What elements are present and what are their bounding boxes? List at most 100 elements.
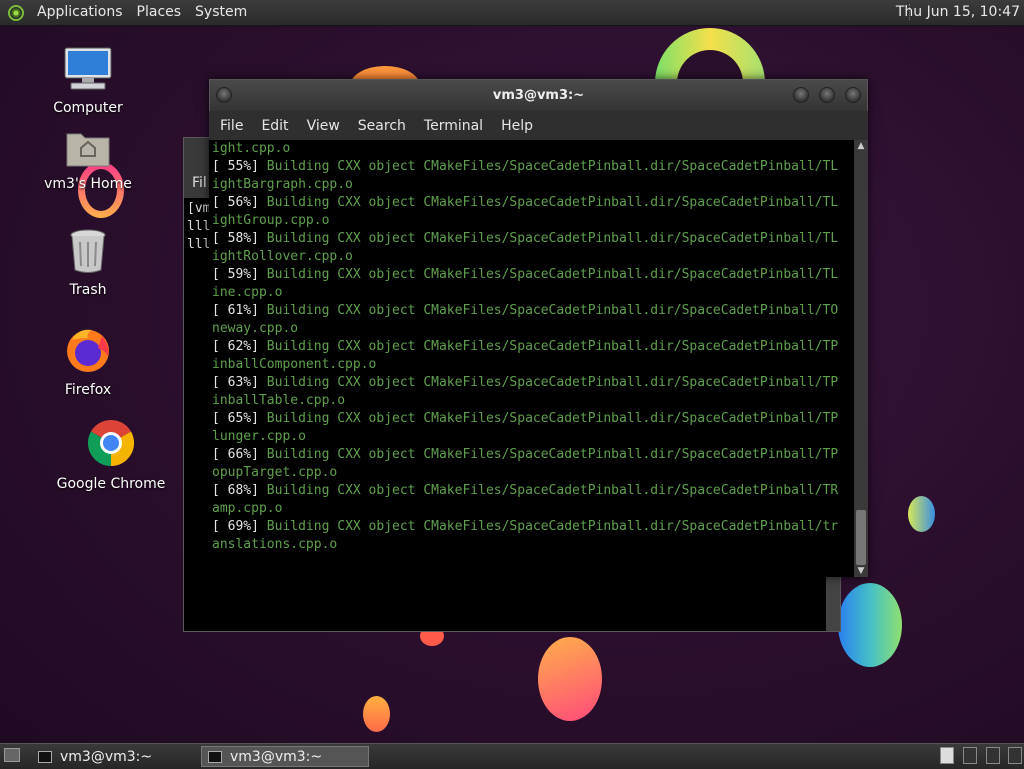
- progress-percent: [ 69%]: [212, 519, 267, 534]
- terminal-text-partial: [vm lll lll: [187, 200, 210, 254]
- build-message: inballTable.cpp.o: [212, 393, 346, 408]
- menu-applications[interactable]: Applications: [30, 0, 130, 25]
- terminal-line: lll: [187, 237, 211, 252]
- desktop-icon-chrome[interactable]: Google Chrome: [56, 418, 166, 492]
- build-message: ightRollover.cpp.o: [212, 249, 353, 264]
- scroll-down-arrow-icon[interactable]: ▼: [854, 565, 868, 577]
- build-message: Building CXX object CMakeFiles/SpaceCade…: [266, 159, 839, 174]
- wallpaper-blob-peach: [538, 637, 602, 721]
- progress-percent: [ 59%]: [212, 267, 267, 282]
- terminal-line: [ 66%] Building CXX object CMakeFiles/Sp…: [209, 446, 854, 464]
- desktop-icon-home[interactable]: vm3's Home: [33, 128, 143, 192]
- terminal-line: [ 55%] Building CXX object CMakeFiles/Sp…: [209, 158, 854, 176]
- progress-percent: [ 66%]: [212, 447, 267, 462]
- menu-view[interactable]: View: [298, 118, 349, 134]
- terminal-line: ightRollover.cpp.o: [209, 248, 854, 266]
- terminal-line: ightGroup.cpp.o: [209, 212, 854, 230]
- terminal-line: lll: [187, 219, 211, 234]
- build-message: inballComponent.cpp.o: [212, 357, 377, 372]
- menu-file[interactable]: File: [211, 118, 252, 134]
- terminal-output[interactable]: ight.cpp.o [ 55%] Building CXX object CMa…: [209, 140, 854, 577]
- progress-percent: [ 65%]: [212, 411, 267, 426]
- menu-terminal[interactable]: Terminal: [415, 118, 492, 134]
- terminal-line: lunger.cpp.o: [209, 428, 854, 446]
- terminal-line: [ 58%] Building CXX object CMakeFiles/Sp…: [209, 230, 854, 248]
- desktop-icon-computer[interactable]: Computer: [33, 46, 143, 116]
- build-message: ight.cpp.o: [212, 141, 291, 156]
- terminal-line: opupTarget.cpp.o: [209, 464, 854, 482]
- desktop-icon-label: Trash: [69, 282, 107, 298]
- build-message: ightGroup.cpp.o: [212, 213, 330, 228]
- terminal-line: [ 62%] Building CXX object CMakeFiles/Sp…: [209, 338, 854, 356]
- workspace-switcher-1[interactable]: [940, 747, 954, 764]
- taskbar-item-terminal-2[interactable]: vm3@vm3:~: [201, 746, 369, 767]
- terminal-window[interactable]: vm3@vm3:~ File Edit View Search Terminal…: [209, 79, 868, 577]
- distro-logo-icon[interactable]: [8, 4, 24, 21]
- build-message: Building CXX object CMakeFiles/SpaceCade…: [266, 195, 839, 210]
- close-button[interactable]: [845, 87, 861, 103]
- terminal-menubar: File Edit View Search Terminal Help: [209, 111, 868, 140]
- taskbar-item-terminal-1[interactable]: vm3@vm3:~: [32, 746, 197, 767]
- build-message: Building CXX object CMakeFiles/SpaceCade…: [266, 303, 839, 318]
- desktop-icon-label: Google Chrome: [56, 476, 166, 492]
- terminal-line: [ 56%] Building CXX object CMakeFiles/Sp…: [209, 194, 854, 212]
- progress-percent: [ 63%]: [212, 375, 267, 390]
- build-message: Building CXX object CMakeFiles/SpaceCade…: [266, 483, 839, 498]
- wallpaper-blob-tiny: [363, 696, 390, 732]
- desktop-icon-firefox[interactable]: Firefox: [33, 326, 143, 398]
- menu-places[interactable]: Places: [130, 0, 189, 25]
- build-message: Building CXX object CMakeFiles/SpaceCade…: [266, 519, 839, 534]
- maximize-button[interactable]: [819, 87, 835, 103]
- trash-icon: [70, 229, 106, 273]
- scrollbar-thumb[interactable]: [856, 510, 866, 565]
- build-message: ightBargraph.cpp.o: [212, 177, 353, 192]
- terminal-line: [ 69%] Building CXX object CMakeFiles/Sp…: [209, 518, 854, 536]
- workspace-switcher-3[interactable]: [986, 747, 1000, 764]
- vertical-scrollbar[interactable]: ▲ ▼: [854, 140, 868, 577]
- wallpaper-blob-small: [908, 496, 935, 532]
- menu-system[interactable]: System: [188, 0, 254, 25]
- workspace-switcher-2[interactable]: [963, 747, 977, 764]
- minimize-button[interactable]: [793, 87, 809, 103]
- show-desktop-icon[interactable]: [4, 748, 20, 762]
- window-titlebar[interactable]: vm3@vm3:~: [209, 79, 868, 111]
- computer-icon: [64, 47, 112, 90]
- workspace-switcher-4[interactable]: [1008, 747, 1022, 764]
- build-message: Building CXX object CMakeFiles/SpaceCade…: [266, 447, 839, 462]
- menu-edit[interactable]: Edit: [252, 118, 297, 134]
- build-message: anslations.cpp.o: [212, 537, 338, 552]
- build-message: Building CXX object CMakeFiles/SpaceCade…: [266, 411, 839, 426]
- scroll-up-arrow-icon[interactable]: ▲: [854, 140, 868, 152]
- terminal-line: ine.cpp.o: [209, 284, 854, 302]
- home-folder-icon: [66, 133, 110, 167]
- desktop-icon-label: Computer: [53, 100, 123, 116]
- terminal-line: anslations.cpp.o: [209, 536, 854, 554]
- firefox-icon: [67, 329, 109, 372]
- terminal-line: neway.cpp.o: [209, 320, 854, 338]
- top-panel: Applications Places System Thu Jun 15, 1…: [0, 0, 1024, 26]
- build-message: lunger.cpp.o: [212, 429, 306, 444]
- menu-help[interactable]: Help: [492, 118, 542, 134]
- chrome-icon: [87, 419, 135, 467]
- terminal-line: [ 68%] Building CXX object CMakeFiles/Sp…: [209, 482, 854, 500]
- progress-percent: [ 68%]: [212, 483, 267, 498]
- terminal-line: [ 61%] Building CXX object CMakeFiles/Sp…: [209, 302, 854, 320]
- clock[interactable]: Thu Jun 15, 10:47: [896, 0, 1020, 25]
- build-message: amp.cpp.o: [212, 501, 283, 516]
- terminal-icon: [208, 750, 222, 763]
- desktop-icon-trash[interactable]: Trash: [33, 228, 143, 298]
- build-message: ine.cpp.o: [212, 285, 283, 300]
- progress-percent: [ 62%]: [212, 339, 267, 354]
- window-title: vm3@vm3:~: [492, 88, 585, 103]
- menu-search[interactable]: Search: [349, 118, 415, 134]
- desktop-icon-label: vm3's Home: [44, 176, 132, 192]
- terminal-line: ight.cpp.o: [209, 140, 854, 158]
- bottom-panel: vm3@vm3:~ vm3@vm3:~: [0, 743, 1024, 769]
- build-message: Building CXX object CMakeFiles/SpaceCade…: [266, 375, 839, 390]
- menu-file-partial[interactable]: Fil: [192, 175, 207, 191]
- taskbar-item-label: vm3@vm3:~: [60, 748, 153, 765]
- wallpaper-blob-blue: [838, 583, 902, 667]
- terminal-line: [ 65%] Building CXX object CMakeFiles/Sp…: [209, 410, 854, 428]
- terminal-line: [ 59%] Building CXX object CMakeFiles/Sp…: [209, 266, 854, 284]
- progress-percent: [ 56%]: [212, 195, 267, 210]
